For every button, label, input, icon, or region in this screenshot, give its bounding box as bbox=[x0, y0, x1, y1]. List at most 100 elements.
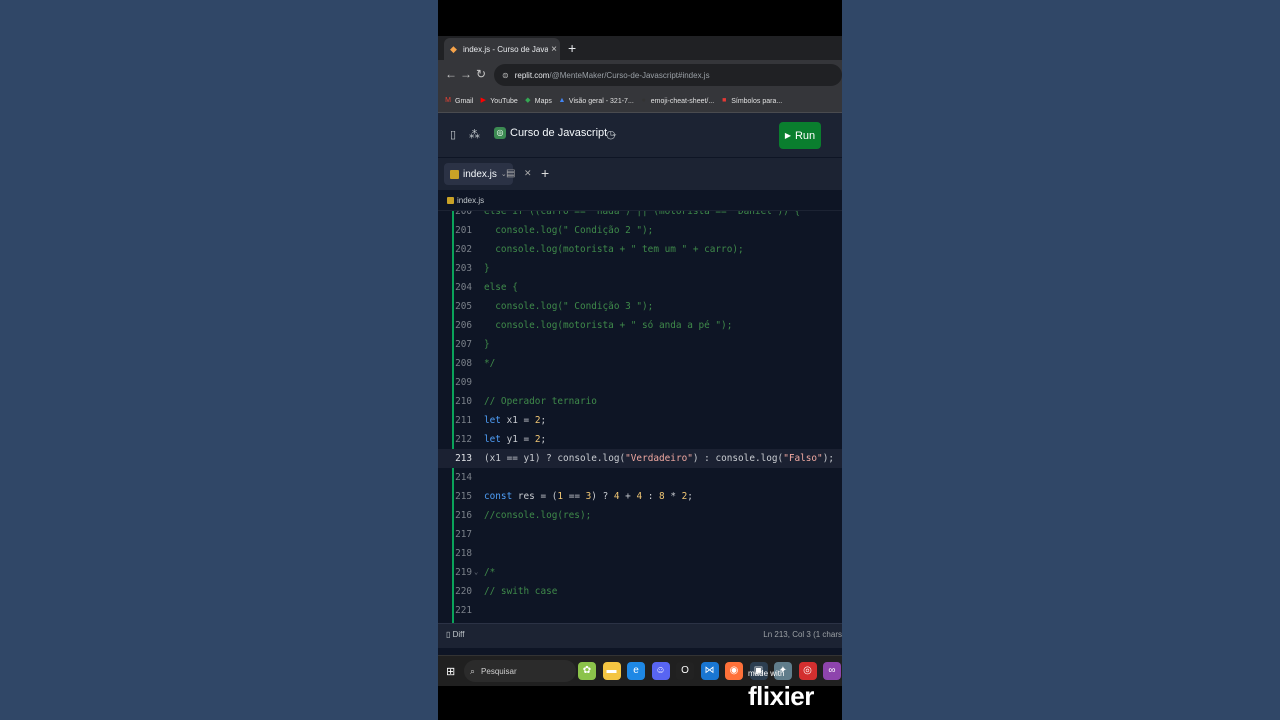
code-line[interactable]: 201 console.log(" Condição 2 "); bbox=[438, 221, 842, 240]
line-number: 216 bbox=[455, 510, 472, 521]
fold-chevron-icon[interactable]: ⌄ bbox=[474, 563, 478, 582]
code-token: // swith case bbox=[484, 586, 558, 597]
code-line[interactable]: 205 console.log(" Condição 3 "); bbox=[438, 297, 842, 316]
flixier-logo: flixier bbox=[748, 681, 814, 711]
code-line[interactable]: 219 ⌄ /* bbox=[438, 563, 842, 582]
bookmark-item[interactable]: ▶ YouTube bbox=[479, 97, 518, 105]
code-line[interactable]: 212 let y1 = 2; bbox=[438, 430, 842, 449]
browser-tab[interactable]: ◆ index.js - Curso de Javascript - R × bbox=[444, 38, 560, 60]
widgets-icon[interactable]: ✿ bbox=[578, 662, 596, 680]
code-token: const bbox=[484, 491, 518, 502]
code-token: let bbox=[484, 434, 507, 445]
code-token: : bbox=[647, 491, 660, 502]
code-token: = bbox=[523, 415, 535, 426]
code-line[interactable]: 200 else if ((carro == "nada") || (motori… bbox=[438, 211, 842, 221]
bookmark-item[interactable]: M Gmail bbox=[444, 97, 473, 105]
repl-name-menu[interactable]: ◎ Curso de Javascript ⌄ bbox=[494, 127, 618, 139]
code-token: */ bbox=[484, 358, 496, 369]
code-text: else if ((carro == "nada") || (motorista… bbox=[484, 211, 800, 221]
code-line[interactable]: 203} bbox=[438, 259, 842, 278]
discord-icon[interactable]: ☺ bbox=[651, 662, 670, 680]
code-token: //console.log(res); bbox=[484, 510, 592, 521]
search-icon: ⌕ bbox=[470, 665, 476, 676]
code-token: res bbox=[517, 491, 541, 502]
windows-start-icon[interactable]: ⊞ bbox=[446, 665, 455, 678]
bookmark-label: Visão geral - 321-7... bbox=[568, 97, 634, 105]
code-line[interactable]: 214 bbox=[438, 468, 842, 487]
document-icon[interactable]: ▤ bbox=[506, 168, 515, 179]
code-line[interactable]: 216 //console.log(res); bbox=[438, 506, 842, 525]
code-editor[interactable]: 200 else if ((carro == "nada") || (motori… bbox=[438, 211, 842, 623]
code-text: let x1 = 2; bbox=[484, 411, 546, 430]
chrome-icon[interactable]: ◎ bbox=[798, 662, 817, 680]
forward-arrow-icon[interactable]: → bbox=[460, 67, 472, 81]
vscode-icon[interactable]: ⋈ bbox=[700, 662, 719, 680]
omnibox[interactable]: ⊜ replit.com/@MenteMaker/Curso-de-Javasc… bbox=[494, 64, 842, 86]
bookmark-item[interactable]: ● emoji-cheat-sheet/... bbox=[640, 97, 715, 105]
file-explorer-icon[interactable]: ▬ bbox=[602, 662, 621, 680]
diff-button[interactable]: ▯ Diff bbox=[446, 630, 464, 639]
code-token: console.log( bbox=[557, 453, 626, 464]
code-text: const res = (1 == 3) ? 4 + 4 : 8 * 2; bbox=[484, 487, 693, 506]
visual-studio-icon[interactable]: ∞ bbox=[823, 662, 841, 680]
browser-tab-title: index.js - Curso de Javascript - R bbox=[463, 44, 548, 54]
code-line[interactable]: 218 bbox=[438, 544, 842, 563]
editor-tab-bar: index.js ⌄ ▤ ✕ + bbox=[438, 157, 842, 190]
code-token: x1 bbox=[489, 453, 507, 464]
code-text: } bbox=[484, 335, 490, 354]
code-text: console.log(motorista + " tem um " + car… bbox=[484, 240, 743, 259]
code-token: 4 bbox=[613, 491, 626, 502]
bookmark-item[interactable]: ■ Símbolos para... bbox=[720, 97, 782, 105]
add-tab-button[interactable]: + bbox=[541, 165, 549, 181]
sidebar-toggle-icon[interactable]: ▯ bbox=[450, 129, 456, 141]
code-token: "Falso" bbox=[783, 453, 823, 464]
run-label: Run bbox=[794, 129, 816, 142]
bookmark-item[interactable]: ▲ Visão geral - 321-7... bbox=[558, 97, 634, 105]
site-info-icon[interactable]: ⊜ bbox=[502, 71, 509, 80]
bookmark-item[interactable]: ◆ Maps bbox=[524, 97, 552, 105]
history-icon[interactable]: ◷ bbox=[606, 129, 616, 141]
code-line[interactable]: 207} bbox=[438, 335, 842, 354]
code-token: ; bbox=[540, 434, 547, 445]
line-number: 214 bbox=[455, 472, 472, 483]
edge-icon[interactable]: e bbox=[627, 662, 645, 680]
code-line[interactable]: 209 bbox=[438, 373, 842, 392]
code-text: else { bbox=[484, 278, 518, 297]
taskbar-search[interactable]: ⌕ Pesquisar bbox=[464, 660, 576, 682]
code-line[interactable]: 210 // Operador ternario bbox=[438, 392, 842, 411]
address-bar-row: ← → ↻ ⊜ replit.com/@MenteMaker/Curso-de-… bbox=[438, 60, 842, 90]
cursor-position[interactable]: Ln 213, Col 3 (1 chars bbox=[763, 630, 842, 639]
code-line[interactable]: 221 bbox=[438, 601, 842, 620]
code-line[interactable]: 208 */ bbox=[438, 354, 842, 373]
code-line[interactable]: 202 console.log(motorista + " tem um " +… bbox=[438, 240, 842, 259]
replit-logo-icon[interactable]: ⁂ bbox=[469, 129, 480, 141]
javascript-file-icon bbox=[450, 169, 459, 179]
tab-index-js[interactable]: index.js ⌄ bbox=[444, 163, 513, 185]
close-tab-icon[interactable]: ✕ bbox=[524, 168, 532, 179]
code-line[interactable]: 206 console.log(motorista + " só anda a … bbox=[438, 316, 842, 335]
reload-icon[interactable]: ↻ bbox=[476, 67, 486, 81]
code-line[interactable]: 217 bbox=[438, 525, 842, 544]
code-token: == bbox=[506, 453, 524, 464]
code-line[interactable]: 213 (x1 == y1) ? console.log("Verdadeiro"… bbox=[438, 449, 842, 468]
line-number: 219 bbox=[455, 567, 472, 578]
code-token: ); bbox=[822, 453, 834, 464]
code-line[interactable]: 211 let x1 = 2; bbox=[438, 411, 842, 430]
back-arrow-icon[interactable]: ← bbox=[445, 67, 457, 81]
code-line[interactable]: 204 else { bbox=[438, 278, 842, 297]
repl-avatar-icon: ◎ bbox=[494, 127, 506, 139]
opera-icon[interactable]: O bbox=[676, 662, 694, 680]
breadcrumb-file[interactable]: index.js bbox=[457, 196, 484, 205]
line-number: 200 bbox=[455, 211, 472, 217]
line-number: 213 bbox=[455, 453, 472, 464]
run-button[interactable]: ▶ Run bbox=[779, 122, 821, 149]
close-tab-icon[interactable]: × bbox=[548, 44, 560, 55]
screen-recording-frame: ◆ index.js - Curso de Javascript - R × +… bbox=[438, 0, 842, 720]
code-line[interactable]: 215 const res = (1 == 3) ? 4 + 4 : 8 * 2; bbox=[438, 487, 842, 506]
new-tab-button[interactable]: + bbox=[568, 40, 576, 56]
bookmark-favicon-icon: ■ bbox=[722, 97, 727, 104]
firefox-icon[interactable]: ◉ bbox=[725, 662, 743, 680]
line-number: 207 bbox=[455, 339, 472, 350]
editor-status-bar: ▯ Diff Ln 213, Col 3 (1 chars bbox=[438, 623, 842, 648]
code-line[interactable]: 220 // swith case bbox=[438, 582, 842, 601]
